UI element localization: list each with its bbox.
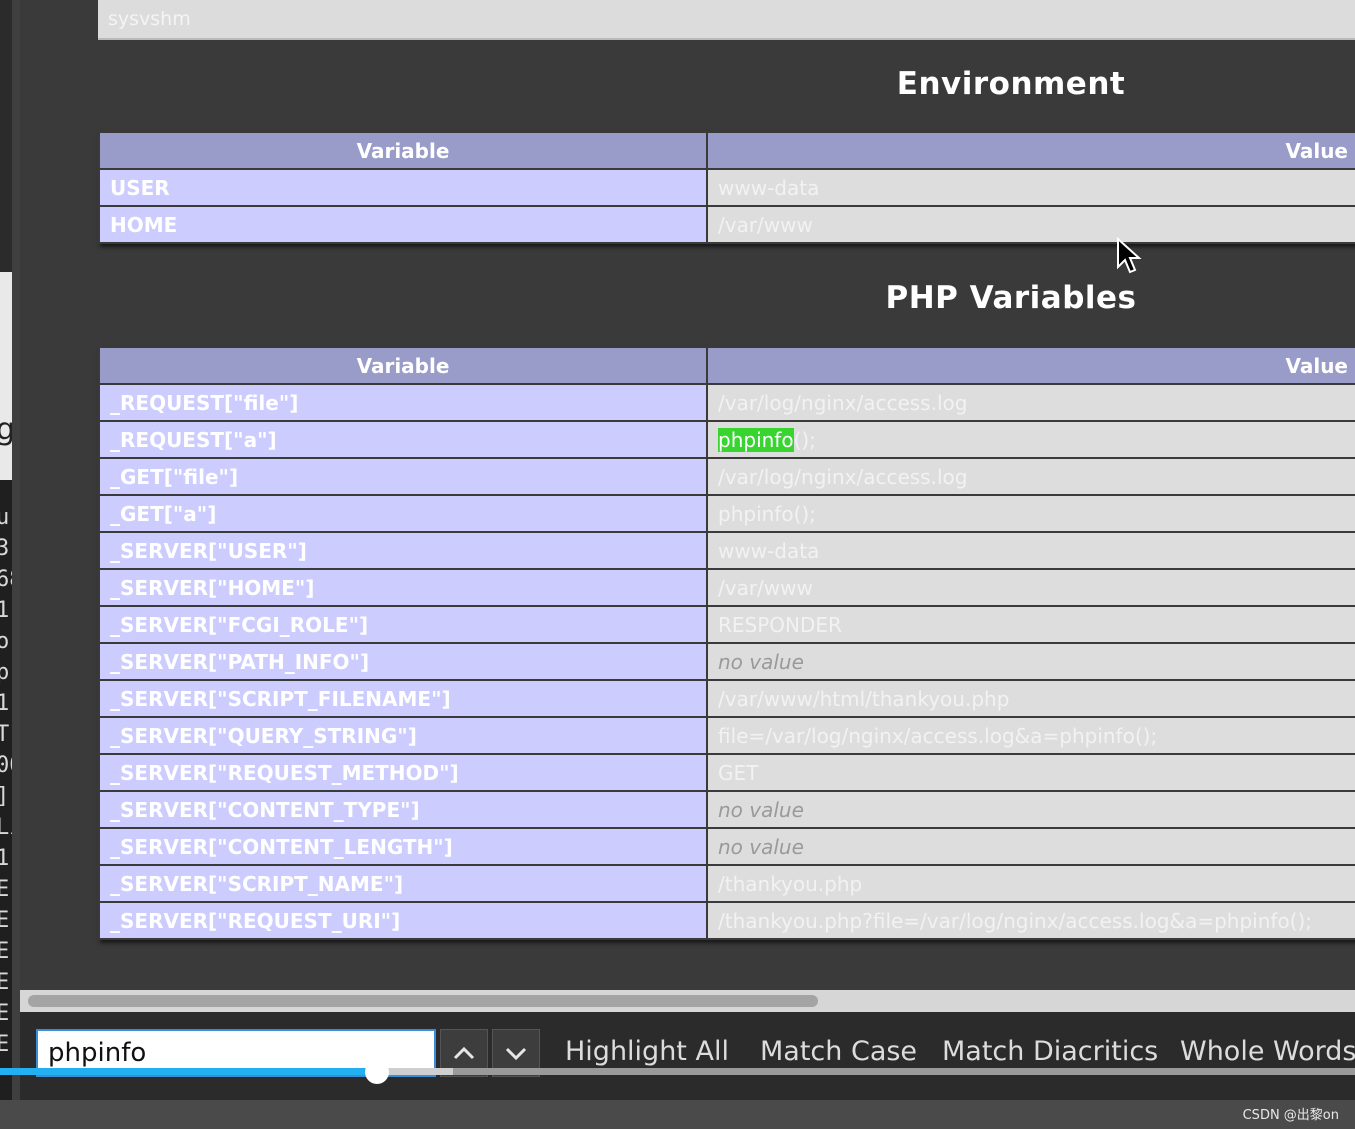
variable-name-cell: _SERVER["QUERY_STRING"] bbox=[98, 716, 708, 755]
variable-value-cell: phpinfo(); bbox=[706, 420, 1355, 459]
table-header-row: Variable Value bbox=[98, 131, 1355, 170]
table-row: _SERVER["PATH_INFO"] no value bbox=[98, 642, 1355, 681]
environment-heading: Environment bbox=[896, 66, 1126, 102]
variable-value-cell: www-data bbox=[706, 168, 1355, 207]
table-row: USER www-data bbox=[98, 168, 1355, 207]
search-match-highlight: phpinfo bbox=[718, 427, 794, 452]
table-row: _SERVER["CONTENT_LENGTH"] no value bbox=[98, 827, 1355, 866]
variable-name-cell: _SERVER["REQUEST_METHOD"] bbox=[98, 753, 708, 792]
variable-value-cell: no value bbox=[706, 827, 1355, 866]
table-row: _SERVER["REQUEST_URI"]/thankyou.php?file… bbox=[98, 901, 1355, 940]
variable-value-cell: /var/log/nginx/access.log bbox=[706, 457, 1355, 496]
scrollbar-thumb[interactable] bbox=[28, 995, 818, 1007]
variable-column-header: Variable bbox=[98, 346, 708, 385]
chevron-up-icon bbox=[453, 1046, 475, 1060]
variable-value-cell: /var/www/html/thankyou.php bbox=[706, 679, 1355, 718]
variable-name-cell: _REQUEST["file"] bbox=[98, 383, 708, 422]
variable-name-cell: _SERVER["SCRIPT_FILENAME"] bbox=[98, 679, 708, 718]
video-progress-played bbox=[0, 1068, 377, 1075]
value-column-header: Value bbox=[706, 131, 1355, 170]
variable-value-cell: phpinfo(); bbox=[706, 494, 1355, 533]
page-viewport[interactable]: sysvshm Environment Variable Value USER w… bbox=[20, 0, 1355, 990]
variable-name-cell: _SERVER["CONTENT_LENGTH"] bbox=[98, 827, 708, 866]
variable-name-cell: _SERVER["HOME"] bbox=[98, 568, 708, 607]
window-frame-border bbox=[12, 0, 20, 1100]
previous-table-row: sysvshm bbox=[98, 0, 1355, 40]
value-text-rest: (); bbox=[793, 427, 816, 452]
variable-name-cell: HOME bbox=[98, 205, 708, 244]
variable-value-cell: /thankyou.php bbox=[706, 864, 1355, 903]
value-column-header: Value bbox=[706, 346, 1355, 385]
chevron-down-icon bbox=[505, 1047, 527, 1061]
variable-value-cell: no value bbox=[706, 642, 1355, 681]
previous-row-text: sysvshm bbox=[108, 8, 191, 30]
variable-name-cell: _SERVER["PATH_INFO"] bbox=[98, 642, 708, 681]
mouse-cursor-icon bbox=[1117, 237, 1142, 274]
variable-name-cell: _GET["file"] bbox=[98, 457, 708, 496]
variable-value-cell: GET bbox=[706, 753, 1355, 792]
table-row: _REQUEST["a"] phpinfo(); bbox=[98, 420, 1355, 459]
table-row: _SERVER["USER"] www-data bbox=[98, 531, 1355, 570]
table-row: HOME/var/www bbox=[98, 205, 1355, 244]
variable-name-cell: _SERVER["USER"] bbox=[98, 531, 708, 570]
variable-name-cell: _SERVER["FCGI_ROLE"] bbox=[98, 605, 708, 644]
video-progress-handle[interactable] bbox=[364, 1060, 389, 1084]
variable-name-cell: _SERVER["SCRIPT_NAME"] bbox=[98, 864, 708, 903]
table-row: _SERVER["CONTENT_TYPE"] no value bbox=[98, 790, 1355, 829]
variable-value-cell: file=/var/log/nginx/access.log&a=phpinfo… bbox=[706, 716, 1355, 755]
table-row: _GET["file"]/var/log/nginx/access.log bbox=[98, 457, 1355, 496]
table-header-row: Variable Value bbox=[98, 346, 1355, 385]
variable-name-cell: _REQUEST["a"] bbox=[98, 420, 708, 459]
table-row: _GET["a"] phpinfo(); bbox=[98, 494, 1355, 533]
variable-value-cell: /var/log/nginx/access.log bbox=[706, 383, 1355, 422]
table-row: _SERVER["SCRIPT_FILENAME"]/var/www/html/… bbox=[98, 679, 1355, 718]
find-bar: Highlight All Match Case Match Diacritic… bbox=[20, 1012, 1355, 1100]
variable-name-cell: USER bbox=[98, 168, 708, 207]
variable-name-cell: _GET["a"] bbox=[98, 494, 708, 533]
table-row: _REQUEST["file"]/var/log/nginx/access.lo… bbox=[98, 383, 1355, 422]
variable-value-cell: /var/www bbox=[706, 205, 1355, 244]
table-row: _SERVER["REQUEST_METHOD"] GET bbox=[98, 753, 1355, 792]
variable-name-cell: _SERVER["CONTENT_TYPE"] bbox=[98, 790, 708, 829]
table-row: _SERVER["QUERY_STRING"] file=/var/log/ngi… bbox=[98, 716, 1355, 755]
variable-value-cell: RESPONDER bbox=[706, 605, 1355, 644]
environment-table: Variable Value USER www-data HOME/var/www bbox=[98, 131, 1355, 244]
match-case-toggle[interactable]: Match Case bbox=[760, 1036, 917, 1067]
table-row: _SERVER["SCRIPT_NAME"]/thankyou.php bbox=[98, 864, 1355, 903]
variable-value-cell: no value bbox=[706, 790, 1355, 829]
horizontal-scrollbar[interactable] bbox=[20, 990, 1355, 1012]
variable-value-cell: /thankyou.php?file=/var/log/nginx/access… bbox=[706, 901, 1355, 940]
variable-name-cell: _SERVER["REQUEST_URI"] bbox=[98, 901, 708, 940]
match-diacritics-toggle[interactable]: Match Diacritics bbox=[942, 1036, 1158, 1067]
watermark-text: CSDN @出黎on bbox=[1242, 1108, 1339, 1123]
table-row: _SERVER["FCGI_ROLE"] RESPONDER bbox=[98, 605, 1355, 644]
variable-value-cell: /var/www bbox=[706, 568, 1355, 607]
whole-words-toggle[interactable]: Whole Words bbox=[1180, 1036, 1355, 1067]
variable-column-header: Variable bbox=[98, 131, 708, 170]
variable-value-cell: www-data bbox=[706, 531, 1355, 570]
php-variables-heading: PHP Variables bbox=[885, 280, 1137, 316]
background-window-dark-region bbox=[0, 0, 12, 272]
table-row: _SERVER["HOME"]/var/www bbox=[98, 568, 1355, 607]
php-variables-table: Variable Value _REQUEST["file"]/var/log/… bbox=[98, 346, 1355, 940]
bottom-status-bar: CSDN @出黎on bbox=[0, 1100, 1355, 1129]
highlight-all-toggle[interactable]: Highlight All bbox=[565, 1036, 729, 1067]
